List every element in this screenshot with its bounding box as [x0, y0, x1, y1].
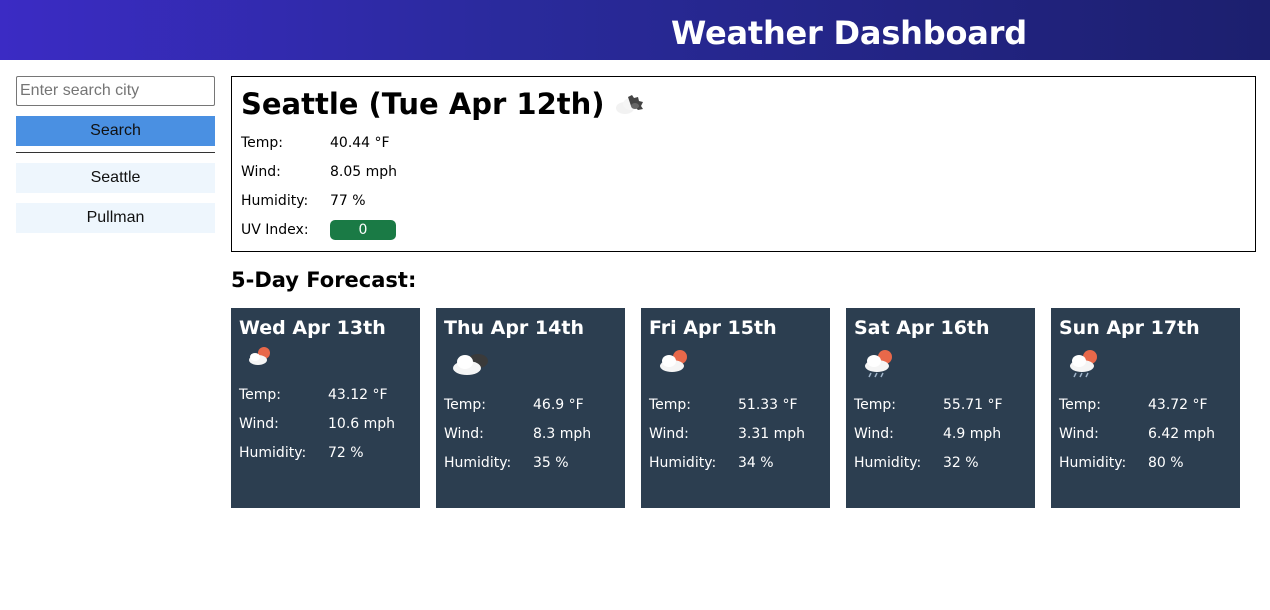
page-title: Weather Dashboard — [671, 14, 1027, 52]
forecast-date: Fri Apr 15th — [649, 317, 777, 339]
forecast-temp-row: Temp: 55.71 °F — [854, 390, 1027, 419]
forecast-stats: Temp: 55.71 °F Wind: 4.9 mph Humidity: 3… — [854, 390, 1027, 477]
forecast-cards: Wed Apr 13th Temp: 43.12 °F Wind: 10.6 m… — [231, 308, 1240, 508]
humidity-label: Humidity: — [241, 192, 309, 209]
temp-value: 46.9 °F — [533, 396, 584, 413]
humidity-value: 72 % — [328, 444, 364, 461]
forecast-card: Wed Apr 13th Temp: 43.12 °F Wind: 10.6 m… — [231, 308, 420, 508]
app-header: Weather Dashboard — [0, 0, 1270, 60]
cloud-sun-rain-icon — [865, 350, 892, 378]
uv-index-badge: 0 — [330, 219, 396, 240]
wind-value: 6.42 mph — [1148, 425, 1216, 442]
forecast-wind-row: Wind: 3.31 mph — [649, 419, 822, 448]
forecast-humidity-row: Humidity: 80 % — [1059, 448, 1232, 477]
current-weather-panel: Seattle (Tue Apr 12th) Temp: 40.44 °F Wi… — [231, 76, 1256, 252]
temp-label: Temp: — [241, 134, 284, 151]
humidity-label: Humidity: — [239, 444, 307, 461]
cloud-sun-icon — [660, 350, 687, 372]
temp-value: 51.33 °F — [738, 396, 798, 413]
cloud-sun-icon — [249, 347, 270, 365]
forecast-card: Thu Apr 14th Temp: 46.9 °F Wind: 8.3 mph… — [436, 308, 625, 508]
forecast-date: Wed Apr 13th — [239, 317, 386, 339]
current-wind-row: Wind: 8.05 mph — [241, 157, 1246, 186]
current-city-date: Seattle (Tue Apr 12th) — [241, 87, 605, 121]
humidity-value: 32 % — [943, 454, 979, 471]
current-weather-heading: Seattle (Tue Apr 12th) — [241, 85, 1246, 123]
humidity-label: Humidity: — [444, 454, 512, 471]
forecast-card: Sun Apr 17th Temp: 43.72 °F Wind: 6.42 m… — [1051, 308, 1240, 508]
wind-value: 10.6 mph — [328, 415, 396, 432]
history-item-seattle[interactable]: Seattle — [16, 163, 215, 193]
temp-value: 40.44 °F — [330, 134, 390, 151]
temp-value: 43.72 °F — [1148, 396, 1208, 413]
wind-value: 8.3 mph — [533, 425, 592, 442]
forecast-card: Sat Apr 16th Temp: 55.71 °F Wind: 4.9 mp… — [846, 308, 1035, 508]
forecast-stats: Temp: 51.33 °F Wind: 3.31 mph Humidity: … — [649, 390, 822, 477]
forecast-wind-row: Wind: 8.3 mph — [444, 419, 617, 448]
forecast-stats: Temp: 46.9 °F Wind: 8.3 mph Humidity: 35… — [444, 390, 617, 477]
humidity-value: 77 % — [330, 192, 366, 209]
humidity-label: Humidity: — [1059, 454, 1127, 471]
temp-value: 43.12 °F — [328, 386, 388, 403]
humidity-value: 35 % — [533, 454, 569, 471]
temp-label: Temp: — [239, 386, 282, 403]
temp-label: Temp: — [854, 396, 897, 413]
temp-value: 55.71 °F — [943, 396, 1003, 413]
forecast-stats: Temp: 43.12 °F Wind: 10.6 mph Humidity: … — [239, 380, 412, 467]
temp-label: Temp: — [649, 396, 692, 413]
wind-label: Wind: — [854, 425, 894, 442]
current-temp-row: Temp: 40.44 °F — [241, 128, 1246, 157]
wind-label: Wind: — [444, 425, 484, 442]
forecast-stats: Temp: 43.72 °F Wind: 6.42 mph Humidity: … — [1059, 390, 1232, 477]
humidity-value: 34 % — [738, 454, 774, 471]
forecast-wind-row: Wind: 4.9 mph — [854, 419, 1027, 448]
wind-label: Wind: — [1059, 425, 1099, 442]
forecast-card: Fri Apr 15th Temp: 51.33 °F Wind: 3.31 m… — [641, 308, 830, 508]
forecast-date: Sat Apr 16th — [854, 317, 990, 339]
wind-label: Wind: — [239, 415, 279, 432]
forecast-temp-row: Temp: 46.9 °F — [444, 390, 617, 419]
history-item-pullman[interactable]: Pullman — [16, 203, 215, 233]
current-stats: Temp: 40.44 °F Wind: 8.05 mph Humidity: … — [241, 128, 1246, 244]
temp-label: Temp: — [1059, 396, 1102, 413]
uv-label: UV Index: — [241, 221, 309, 238]
divider — [16, 152, 215, 153]
wind-value: 3.31 mph — [738, 425, 806, 442]
wind-value: 8.05 mph — [330, 163, 398, 180]
forecast-date: Thu Apr 14th — [444, 317, 584, 339]
forecast-date: Sun Apr 17th — [1059, 317, 1200, 339]
search-input[interactable] — [16, 76, 215, 106]
forecast-temp-row: Temp: 51.33 °F — [649, 390, 822, 419]
cloud-sun-rain-icon — [1070, 350, 1097, 378]
cloud-night-icon — [615, 95, 643, 114]
humidity-label: Humidity: — [854, 454, 922, 471]
wind-value: 4.9 mph — [943, 425, 1002, 442]
cloudy-icon — [453, 354, 488, 375]
current-humidity-row: Humidity: 77 % — [241, 186, 1246, 215]
forecast-humidity-row: Humidity: 32 % — [854, 448, 1027, 477]
forecast-wind-row: Wind: 10.6 mph — [239, 409, 412, 438]
forecast-humidity-row: Humidity: 35 % — [444, 448, 617, 477]
humidity-label: Humidity: — [649, 454, 717, 471]
temp-label: Temp: — [444, 396, 487, 413]
current-uv-row: UV Index: 0 — [241, 215, 1246, 244]
forecast-temp-row: Temp: 43.12 °F — [239, 380, 412, 409]
forecast-wind-row: Wind: 6.42 mph — [1059, 419, 1232, 448]
forecast-heading: 5-Day Forecast: — [231, 268, 417, 292]
forecast-humidity-row: Humidity: 34 % — [649, 448, 822, 477]
sidebar: Search Seattle Pullman — [16, 76, 215, 233]
search-button[interactable]: Search — [16, 116, 215, 146]
forecast-temp-row: Temp: 43.72 °F — [1059, 390, 1232, 419]
forecast-humidity-row: Humidity: 72 % — [239, 438, 412, 467]
humidity-value: 80 % — [1148, 454, 1184, 471]
wind-label: Wind: — [649, 425, 689, 442]
wind-label: Wind: — [241, 163, 281, 180]
